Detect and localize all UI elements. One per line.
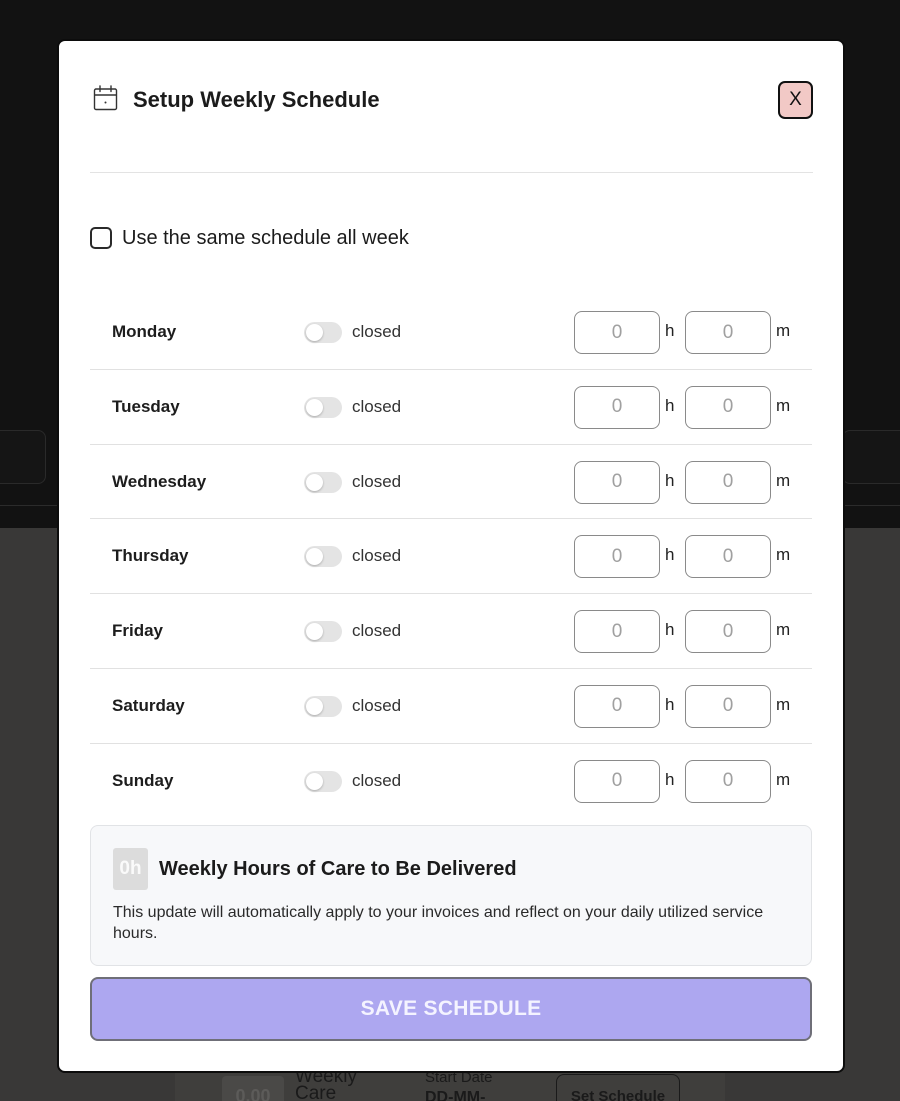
- day-open-toggle[interactable]: [304, 322, 342, 343]
- minutes-input[interactable]: [685, 535, 771, 579]
- day-open-toggle[interactable]: [304, 770, 342, 792]
- day-name: Tuesday: [112, 396, 180, 416]
- day-row-friday: Friday closed h m: [90, 594, 812, 669]
- hours-input[interactable]: [574, 759, 660, 803]
- hours-input[interactable]: [574, 610, 660, 654]
- save-schedule-button[interactable]: SAVE SCHEDULE: [90, 977, 812, 1041]
- day-status: closed: [352, 770, 402, 790]
- modal-header: Setup Weekly Schedule X: [90, 81, 813, 173]
- total-hours-badge: 0h: [113, 848, 148, 890]
- day-open-toggle[interactable]: [304, 621, 342, 643]
- minutes-input[interactable]: [685, 311, 771, 354]
- weekly-hours-summary: 0h Weekly Hours of Care to Be Delivered …: [90, 825, 812, 966]
- hours-unit: h: [665, 395, 675, 415]
- background-start-date-value: DD-MM-: [425, 1089, 486, 1101]
- hours-input[interactable]: [574, 311, 660, 354]
- toggle-knob: [306, 697, 323, 715]
- calendar-icon: [93, 85, 118, 111]
- hours-input[interactable]: [574, 385, 660, 429]
- day-list: Monday closed h m Tuesday closed h m Wed…: [90, 295, 812, 819]
- day-name: Monday: [112, 322, 177, 341]
- same-schedule-label: Use the same schedule all week: [122, 226, 409, 249]
- modal-title: Setup Weekly Schedule: [133, 87, 380, 112]
- hours-unit: h: [665, 545, 675, 565]
- minutes-input[interactable]: [685, 684, 771, 728]
- background-card-right: [842, 430, 900, 484]
- day-name: Friday: [112, 621, 164, 641]
- day-row-sunday: Sunday closed h m: [90, 744, 812, 819]
- toggle-knob: [306, 398, 323, 416]
- hours-unit: h: [665, 620, 675, 640]
- toggle-knob: [306, 623, 323, 641]
- minutes-input[interactable]: [685, 610, 771, 654]
- summary-description: This update will automatically apply to …: [113, 904, 764, 942]
- hours-unit: h: [665, 321, 675, 340]
- toggle-knob: [306, 324, 323, 341]
- minutes-input[interactable]: [685, 759, 771, 803]
- toggle-knob: [306, 772, 323, 790]
- background-card-left: [0, 430, 46, 484]
- day-row-wednesday: Wednesday closed h m: [90, 445, 812, 520]
- close-button[interactable]: X: [778, 81, 813, 119]
- setup-schedule-modal: Setup Weekly Schedule X Use the same sch…: [57, 39, 845, 1073]
- background-hours-chip: 0.00: [222, 1076, 284, 1101]
- day-status: closed: [352, 546, 402, 566]
- day-open-toggle[interactable]: [304, 546, 342, 568]
- day-open-toggle[interactable]: [304, 471, 342, 493]
- same-schedule-option[interactable]: Use the same schedule all week: [90, 225, 409, 251]
- minutes-unit: m: [776, 769, 791, 789]
- day-status: closed: [352, 322, 402, 341]
- day-status: closed: [352, 471, 402, 491]
- day-row-thursday: Thursday closed h m: [90, 519, 812, 595]
- minutes-unit: m: [776, 620, 791, 640]
- hours-unit: h: [665, 769, 675, 789]
- day-name: Wednesday: [112, 471, 207, 491]
- background-set-schedule-button: Set Schedule: [556, 1074, 680, 1101]
- day-row-saturday: Saturday closed h m: [90, 669, 812, 744]
- hours-unit: h: [665, 470, 675, 490]
- same-schedule-checkbox[interactable]: [90, 227, 112, 249]
- toggle-knob: [306, 548, 323, 566]
- minutes-input[interactable]: [685, 385, 771, 429]
- hours-input[interactable]: [574, 535, 660, 579]
- day-name: Sunday: [112, 770, 174, 790]
- summary-title: Weekly Hours of Care to Be Delivered: [159, 858, 517, 880]
- day-name: Saturday: [112, 695, 185, 715]
- day-status: closed: [352, 396, 402, 416]
- day-open-toggle[interactable]: [304, 396, 342, 418]
- minutes-unit: m: [776, 395, 791, 415]
- minutes-unit: m: [776, 470, 791, 490]
- hours-input[interactable]: [574, 460, 660, 504]
- hours-input[interactable]: [574, 684, 660, 728]
- minutes-unit: m: [776, 694, 791, 714]
- hours-unit: h: [665, 694, 675, 714]
- day-status: closed: [352, 621, 402, 641]
- toggle-knob: [306, 473, 323, 491]
- day-status: closed: [352, 695, 402, 715]
- minutes-unit: m: [776, 321, 791, 340]
- minutes-unit: m: [776, 545, 791, 565]
- day-open-toggle[interactable]: [304, 695, 342, 717]
- day-row-tuesday: Tuesday closed h m: [90, 370, 812, 445]
- day-row-monday: Monday closed h m: [90, 295, 812, 370]
- day-name: Thursday: [112, 546, 189, 566]
- minutes-input[interactable]: [685, 460, 771, 504]
